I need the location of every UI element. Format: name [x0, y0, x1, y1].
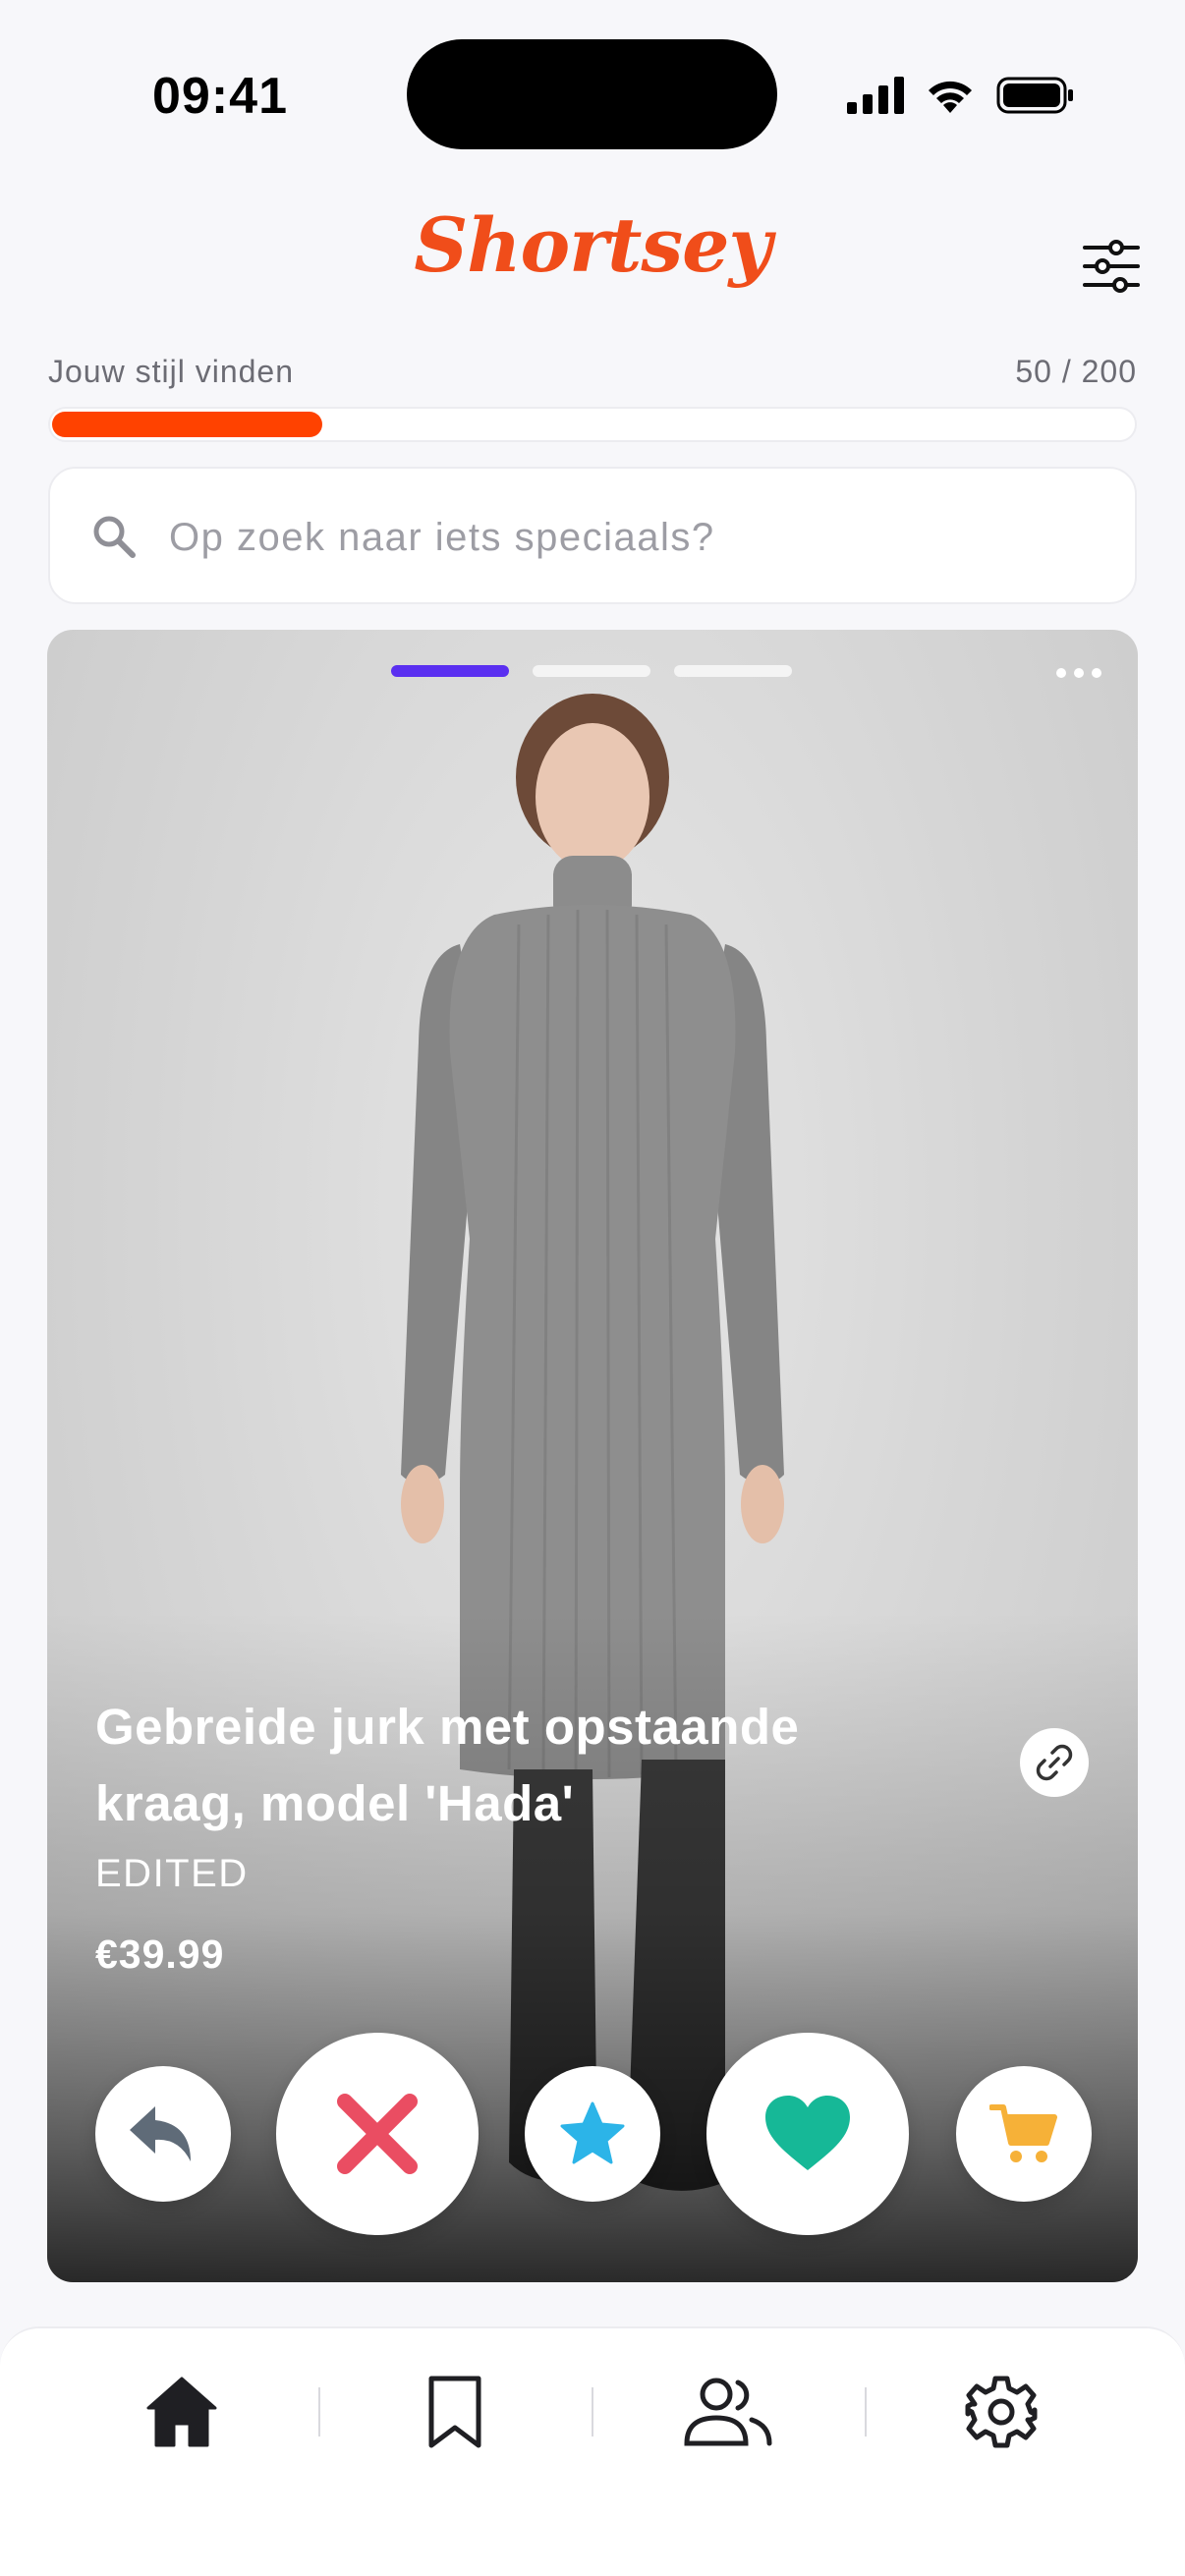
- app-logo: Shortsey: [414, 201, 771, 289]
- image-indicator[interactable]: [674, 665, 792, 677]
- dynamic-island: [407, 39, 777, 149]
- more-options-icon[interactable]: [1049, 663, 1108, 683]
- image-indicators: [391, 665, 792, 677]
- filter-button[interactable]: [1081, 236, 1142, 297]
- close-icon: [337, 2094, 418, 2174]
- nav-saved[interactable]: [401, 2358, 509, 2466]
- product-title: Gebreide jurk met opstaande kraag, model…: [95, 1699, 800, 1831]
- gear-icon: [965, 2376, 1038, 2448]
- home-icon: [146, 2377, 217, 2447]
- link-icon: [1036, 1744, 1073, 1781]
- nav-social[interactable]: [674, 2358, 782, 2466]
- bottom-navigation: [0, 2326, 1185, 2576]
- sliders-icon: [1083, 240, 1140, 293]
- superlike-button[interactable]: [525, 2066, 660, 2202]
- progress-bar: [48, 407, 1137, 442]
- nav-divider: [592, 2387, 593, 2436]
- search-icon: [93, 516, 136, 558]
- undo-button[interactable]: [95, 2066, 231, 2202]
- nav-divider: [865, 2387, 867, 2436]
- star-icon: [560, 2101, 625, 2164]
- search-box[interactable]: [48, 467, 1137, 604]
- product-price: €39.99: [95, 1932, 225, 1977]
- dislike-button[interactable]: [276, 2033, 479, 2235]
- cellular-signal-icon: [847, 77, 904, 114]
- bookmark-icon: [428, 2376, 481, 2448]
- product-brand: EDITED: [95, 1852, 249, 1895]
- nav-divider: [318, 2387, 320, 2436]
- image-indicator[interactable]: [391, 665, 509, 677]
- heart-icon: [765, 2096, 850, 2170]
- like-button[interactable]: [706, 2033, 909, 2235]
- users-icon: [684, 2378, 772, 2446]
- nav-home[interactable]: [128, 2358, 236, 2466]
- progress-fill: [52, 412, 322, 437]
- product-link-button[interactable]: [1020, 1728, 1089, 1797]
- battery-icon: [996, 77, 1073, 114]
- wifi-icon: [929, 81, 972, 113]
- undo-arrow-icon: [130, 2106, 191, 2161]
- status-bar: 09:41: [0, 0, 1185, 187]
- nav-settings[interactable]: [947, 2358, 1055, 2466]
- progress-count: 50 / 200: [1015, 354, 1137, 389]
- status-icons: [847, 71, 1075, 120]
- image-indicator[interactable]: [533, 665, 650, 677]
- search-input[interactable]: [169, 498, 1093, 577]
- product-card[interactable]: Gebreide jurk met opstaande kraag, model…: [47, 630, 1138, 2282]
- cart-icon: [989, 2104, 1057, 2162]
- progress-label: Jouw stijl vinden: [48, 354, 294, 389]
- status-time: 09:41: [152, 68, 288, 125]
- add-to-cart-button[interactable]: [956, 2066, 1092, 2202]
